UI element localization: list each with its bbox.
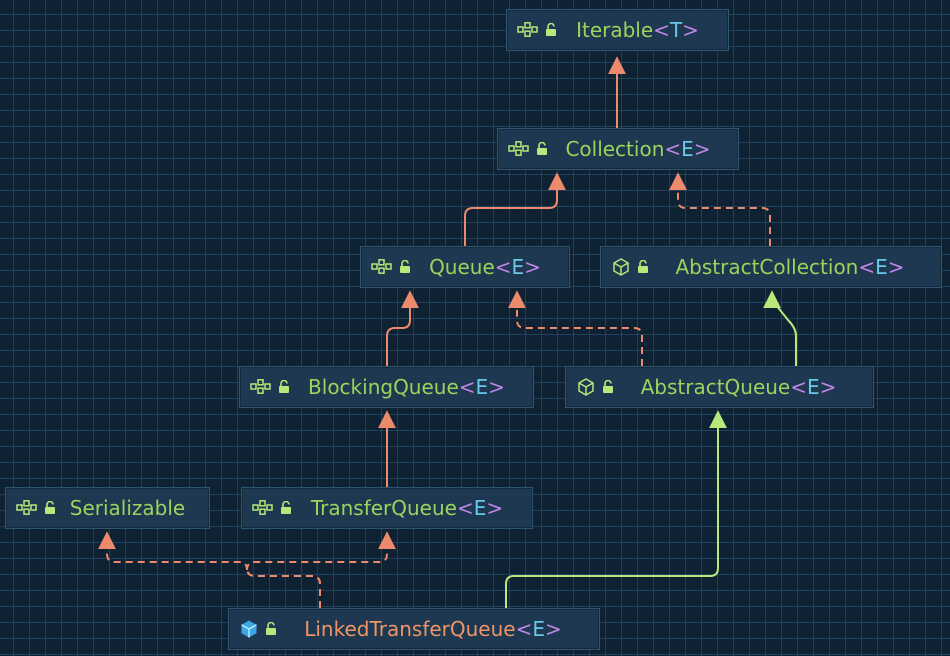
generic-close: >: [887, 255, 905, 279]
class-name: LinkedTransferQueue: [304, 617, 516, 641]
interface-icon: [517, 22, 538, 37]
node-queue[interactable]: Queue<E>: [360, 246, 570, 288]
edge-ltq-to-transferqueue: [246, 531, 396, 608]
generic-close: >: [486, 496, 504, 520]
edge-abstractcollection-to-collection: [669, 172, 771, 246]
generic-open: <: [790, 375, 808, 399]
public-lock-icon: [266, 622, 276, 635]
public-lock-icon: [45, 501, 55, 514]
class-name: Iterable: [576, 18, 654, 42]
class-name: Serializable: [69, 496, 186, 520]
public-lock-icon: [537, 142, 547, 155]
generic-close: >: [693, 137, 711, 161]
generic-close: >: [682, 18, 699, 42]
edge-abstractqueue-to-abstractcollection: [763, 290, 797, 366]
edge-ltq-to-serializable: [98, 531, 321, 608]
abstract-class-icon: [613, 258, 629, 276]
node-transfer-queue[interactable]: TransferQueue<E>: [241, 487, 533, 529]
class-name: TransferQueue: [310, 496, 457, 520]
type-param: E: [532, 617, 545, 641]
type-param: E: [875, 255, 888, 279]
interface-icon: [371, 259, 392, 274]
node-linked-transfer-queue[interactable]: LinkedTransferQueue<E>: [228, 608, 600, 650]
node-abstract-collection[interactable]: AbstractCollection<E>: [600, 246, 942, 288]
generic-close: >: [524, 255, 541, 279]
node-abstract-queue[interactable]: AbstractQueue<E>: [565, 366, 874, 408]
abstract-class-icon: [578, 378, 594, 396]
public-lock-icon: [400, 260, 410, 273]
class-name: Queue: [429, 255, 495, 279]
edge-abstractqueue-to-queue: [508, 290, 643, 366]
type-param: E: [511, 255, 525, 279]
type-param: E: [473, 496, 487, 520]
interface-icon: [508, 141, 529, 156]
edge-blockingqueue-to-queue: [386, 290, 419, 366]
public-lock-icon: [281, 501, 291, 514]
public-lock-icon: [603, 380, 613, 393]
interface-icon: [252, 500, 273, 515]
edge-ltq-to-abstractqueue: [505, 410, 727, 608]
public-lock-icon: [638, 260, 648, 273]
generic-open: <: [458, 375, 476, 399]
node-iterable[interactable]: Iterable<T>: [506, 9, 729, 51]
class-name: BlockingQueue: [308, 375, 459, 399]
interface-icon: [16, 500, 37, 515]
generic-open: <: [515, 617, 533, 641]
generic-open: <: [494, 255, 512, 279]
class-name: AbstractCollection: [675, 255, 859, 279]
inheritance-edges: [98, 56, 797, 608]
node-serializable[interactable]: Serializable: [5, 487, 210, 529]
node-blocking-queue[interactable]: BlockingQueue<E>: [239, 366, 534, 408]
generic-close: >: [488, 375, 505, 399]
class-name: AbstractQueue: [640, 375, 791, 399]
node-collection[interactable]: Collection<E>: [497, 128, 739, 170]
generic-open: <: [456, 496, 474, 520]
hierarchy-diagram: Iterable<T> Collection<E> Queue<E> Abstr…: [0, 0, 950, 656]
generic-open: <: [858, 255, 876, 279]
interface-icon: [250, 379, 271, 394]
generic-close: >: [819, 375, 837, 399]
class-icon: [241, 620, 257, 638]
edge-queue-to-collection: [464, 172, 566, 246]
generic-open: <: [653, 18, 670, 42]
public-lock-icon: [279, 380, 289, 393]
type-param: E: [807, 375, 820, 399]
public-lock-icon: [546, 23, 556, 36]
generic-close: >: [545, 617, 562, 641]
type-param: T: [669, 18, 683, 42]
class-name: Collection: [565, 137, 665, 161]
type-param: E: [475, 375, 489, 399]
generic-open: <: [664, 137, 682, 161]
type-param: E: [681, 137, 694, 161]
